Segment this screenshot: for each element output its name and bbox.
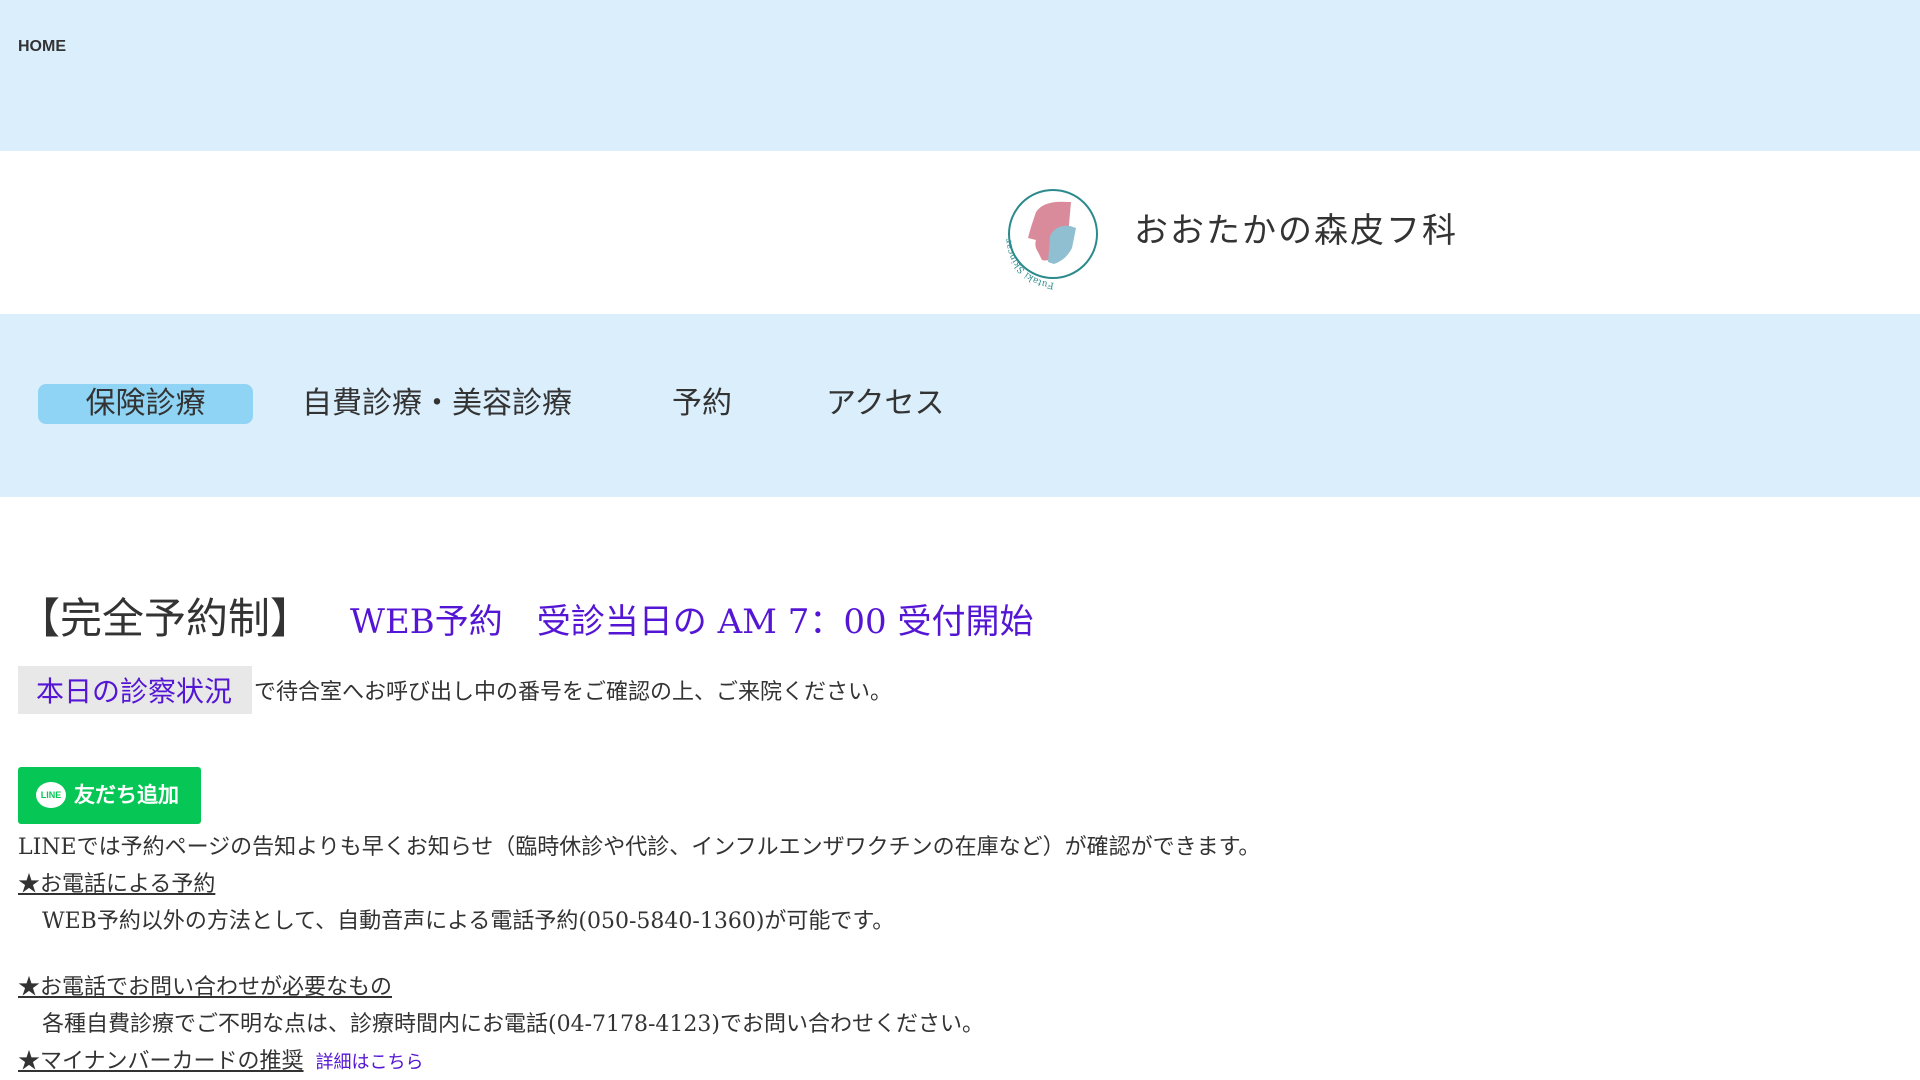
phone-inquiry-heading: ★お電話でお問い合わせが必要なもの — [18, 969, 392, 1001]
nav-access[interactable]: アクセス — [826, 384, 945, 424]
phone-inquiry-link[interactable]: ★お電話でお問い合わせが必要なもの — [18, 975, 392, 1000]
nav-reservation[interactable]: 予約 — [672, 384, 732, 424]
phone-reservation-text: WEB予約以外の方法として、自動音声による電話予約(050-5840-1360)… — [42, 909, 895, 934]
logo-header: Futaki Skincare Clinic おおたかの森皮フ科 — [0, 151, 1920, 314]
mynumber-detail-link[interactable]: 詳細はこちら — [316, 1052, 424, 1073]
line-add-friend-button[interactable]: LINE 友だち追加 — [18, 767, 201, 824]
phone-reservation-heading: ★お電話による予約 — [18, 866, 215, 898]
mynumber-link[interactable]: ★マイナンバーカードの推奨 — [18, 1049, 304, 1074]
status-description: で待合室へお呼び出し中の番号をご確認の上、ご来院ください。 — [254, 680, 893, 705]
top-bar: HOME — [0, 0, 1920, 151]
reservation-headline: 【完全予約制】 WEB予約 受診当日の AM 7：00 受付開始 — [18, 585, 1033, 646]
mynumber-heading: ★マイナンバーカードの推奨 詳細はこちら — [18, 1043, 424, 1075]
clinic-name[interactable]: おおたかの森皮フ科 — [1134, 203, 1458, 252]
today-status-button[interactable]: 本日の診察状況 — [18, 666, 253, 714]
nav-self-pay[interactable]: 自費診療・美容診療 — [302, 384, 572, 424]
line-icon: LINE — [36, 782, 66, 808]
nav-insurance[interactable]: 保険診療 — [38, 384, 253, 424]
main-content: 【完全予約制】 WEB予約 受診当日の AM 7：00 受付開始 本日の診察状況で… — [0, 497, 1920, 1080]
line-add-friend-label: 友だち追加 — [74, 783, 179, 807]
headline-full-reservation: 【完全予約制】 — [18, 594, 313, 643]
status-row: 本日の診察状況 で待合室へお呼び出し中の番号をご確認の上、ご来院ください。 — [18, 666, 892, 714]
clinic-logo-icon[interactable]: Futaki Skincare Clinic — [998, 178, 1116, 296]
home-link[interactable]: HOME — [18, 38, 66, 56]
line-notice: LINEでは予約ページの告知よりも早くお知らせ（臨時休診や代診、インフルエンザワ… — [18, 835, 1261, 860]
headline-web-reservation: WEB予約 受診当日の AM 7：00 受付開始 — [350, 602, 1034, 642]
phone-inquiry-text: 各種自費診療でご不明な点は、診療時間内にお電話(04-7178-4123)でお問… — [42, 1012, 985, 1037]
phone-reservation-link[interactable]: ★お電話による予約 — [18, 872, 215, 897]
main-nav: 保険診療 自費診療・美容診療 予約 アクセス — [0, 314, 1920, 497]
